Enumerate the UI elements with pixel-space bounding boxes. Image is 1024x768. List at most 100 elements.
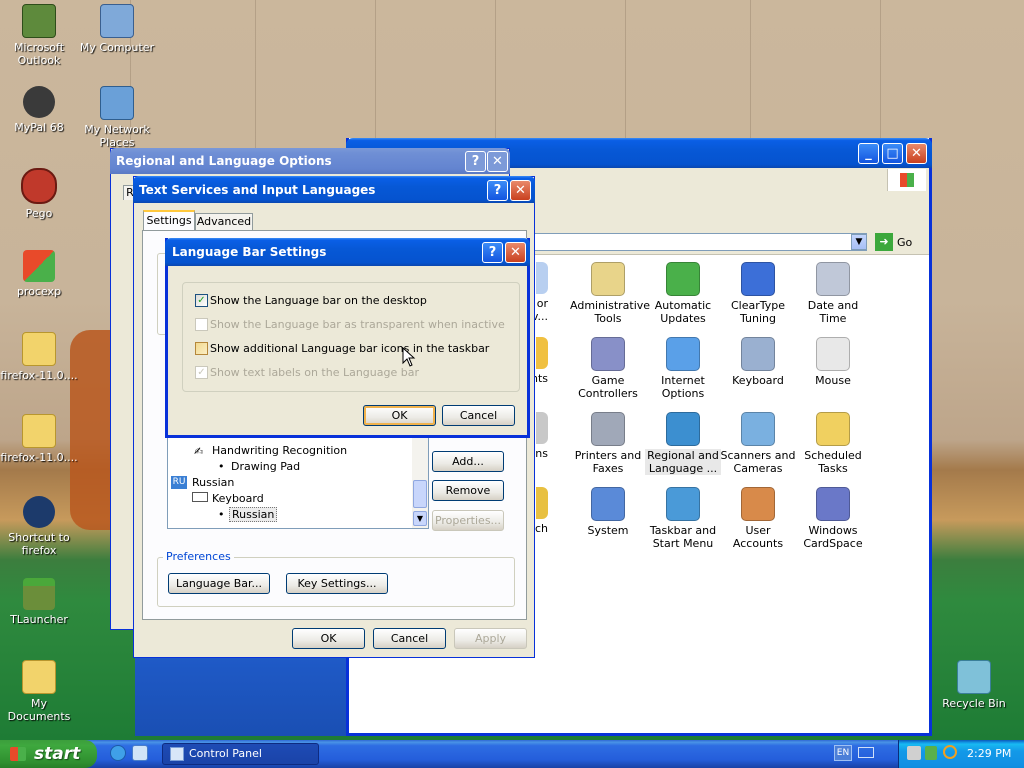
desktop-icon-label: Microsoft Outlook (13, 41, 65, 67)
network-tray-icon[interactable] (907, 746, 921, 760)
chevron-down-icon[interactable]: ▼ (413, 511, 427, 526)
regional-options-titlebar[interactable]: Regional and Language Options ? ✕ (110, 148, 510, 174)
language-bar-button[interactable]: Language Bar... (168, 573, 270, 594)
key-settings-button[interactable]: Key Settings... (286, 573, 388, 594)
keyboard-icon[interactable] (858, 747, 874, 758)
windows-icon (23, 250, 55, 282)
additional-icons-label[interactable]: Show additional Language bar icons in th… (210, 342, 489, 355)
control-panel-item[interactable]: Regional and Language ... (645, 412, 721, 475)
desktop-icon-network[interactable]: My Network Places (78, 86, 156, 149)
language-bar-settings-titlebar[interactable]: Language Bar Settings ? ✕ (165, 238, 530, 266)
control-panel-item[interactable]: Taskbar and Start Menu (645, 487, 721, 550)
desktop-icon-recycle-bin[interactable]: Recycle Bin (935, 660, 1013, 710)
apply-button[interactable]: Apply (454, 628, 527, 649)
search-icon[interactable] (943, 745, 957, 759)
text-services-titlebar[interactable]: Text Services and Input Languages ? ✕ (133, 176, 535, 203)
additional-icons-checkbox[interactable] (195, 342, 208, 355)
tree-item[interactable]: Keyboard (212, 492, 264, 505)
ok-button[interactable]: OK (363, 405, 436, 426)
recycle-bin-icon (957, 660, 991, 694)
desktop-icon-firefox-zip[interactable]: firefox-11.0.... (0, 332, 78, 382)
desktop-icon-my-computer[interactable]: My Computer (78, 4, 156, 54)
control-panel-item-label: Internet Options (661, 374, 705, 400)
scroll-thumb[interactable] (413, 480, 427, 508)
control-panel-item-label: Game Controllers (578, 374, 638, 400)
go-button[interactable]: Go (897, 236, 912, 249)
show-language-bar-checkbox[interactable]: ✓ (195, 294, 208, 307)
control-panel-item[interactable]: Game Controllers (570, 337, 646, 400)
desktop-icon-label: Shortcut to firefox (8, 531, 70, 557)
desktop-icon-label: firefox-11.0.... (0, 451, 78, 464)
control-panel-item[interactable]: Scanners and Cameras (720, 412, 796, 475)
ok-button[interactable]: OK (292, 628, 365, 649)
taskbar-item-control-panel[interactable]: Control Panel (162, 743, 319, 765)
control-panel-item[interactable]: Mouse (795, 337, 871, 387)
cancel-button[interactable]: Cancel (442, 405, 515, 426)
tree-item[interactable]: Drawing Pad (231, 460, 300, 473)
desktop-icon-pego[interactable]: Pego (0, 168, 78, 220)
tree-item-selected[interactable]: Russian (229, 507, 278, 522)
control-panel-item[interactable]: Keyboard (720, 337, 796, 387)
desktop-icon-tlauncher[interactable]: TLauncher (0, 578, 78, 626)
remove-button[interactable]: Remove (432, 480, 504, 501)
cancel-button[interactable]: Cancel (373, 628, 446, 649)
language-indicator[interactable]: EN (834, 745, 852, 761)
control-panel-item[interactable]: Administrative Tools (570, 262, 650, 325)
close-button[interactable]: ✕ (487, 151, 508, 172)
control-panel-item-label: ClearType Tuning (730, 299, 786, 325)
show-desktop-icon[interactable] (132, 745, 148, 761)
help-button[interactable]: ? (465, 151, 486, 172)
help-button[interactable]: ? (487, 180, 508, 201)
pego-icon (21, 168, 57, 204)
bullet-icon: • (218, 508, 225, 521)
desktop-icon-mypal[interactable]: MyPal 68 (0, 86, 78, 134)
minimize-button[interactable]: _ (858, 143, 879, 164)
control-panel-item[interactable]: Printers and Faxes (570, 412, 646, 475)
text-labels-label[interactable]: Show text labels on the Language bar (210, 366, 419, 379)
close-button[interactable]: ✕ (906, 143, 927, 164)
tab-settings[interactable]: Settings (143, 210, 195, 232)
start-button[interactable]: start (0, 740, 97, 768)
control-panel-item[interactable]: Scheduled Tasks (795, 412, 871, 475)
control-panel-item[interactable]: Internet Options (645, 337, 721, 400)
control-panel-item-label: Automatic Updates (654, 299, 712, 325)
chevron-down-icon[interactable]: ▼ (851, 234, 867, 250)
show-language-bar-label[interactable]: Show the Language bar on the desktop (210, 294, 427, 307)
go-arrow-icon[interactable]: ➜ (875, 233, 893, 251)
admin-tools-icon (591, 262, 625, 296)
transparent-checkbox[interactable] (195, 318, 208, 331)
maximize-button[interactable]: □ (882, 143, 903, 164)
gamepad-icon (591, 337, 625, 371)
close-button[interactable]: ✕ (510, 180, 531, 201)
safely-remove-icon[interactable] (925, 746, 937, 760)
control-panel-item[interactable]: User Accounts (720, 487, 796, 550)
desktop-icon-firefox-shortcut[interactable]: Shortcut to firefox (0, 496, 78, 557)
control-panel-item-label: Mouse (815, 374, 851, 387)
transparent-label[interactable]: Show the Language bar as transparent whe… (210, 318, 505, 331)
control-panel-item[interactable]: Windows CardSpace (795, 487, 871, 550)
users-icon (741, 487, 775, 521)
desktop-icon-label: MyPal 68 (14, 121, 64, 134)
control-panel-item[interactable]: System (570, 487, 646, 537)
internet-explorer-icon[interactable] (110, 745, 126, 761)
desktop-icon-my-documents[interactable]: My Documents (0, 660, 78, 723)
clock[interactable]: 2:29 PM (967, 747, 1011, 760)
control-panel-item-label: Scheduled Tasks (804, 449, 862, 475)
help-button[interactable]: ? (482, 242, 503, 263)
desktop-icon-label: procexp (16, 285, 62, 298)
tab-advanced[interactable]: Advanced (195, 213, 253, 231)
control-panel-item[interactable]: ClearType Tuning (720, 262, 796, 325)
add-button[interactable]: Add... (432, 451, 504, 472)
control-panel-item[interactable]: Automatic Updates (645, 262, 721, 325)
text-labels-checkbox[interactable]: ✓ (195, 366, 208, 379)
control-panel-item[interactable]: Date and Time (795, 262, 871, 325)
desktop-icon-procexp[interactable]: procexp (0, 250, 78, 298)
tree-item[interactable]: Handwriting Recognition (212, 444, 347, 457)
properties-button[interactable]: Properties... (432, 510, 504, 531)
control-panel-item-label: Scanners and Cameras (720, 449, 796, 475)
regional-options-title: Regional and Language Options (116, 154, 332, 168)
close-button[interactable]: ✕ (505, 242, 526, 263)
desktop-icon-outlook[interactable]: Microsoft Outlook (0, 4, 78, 67)
tree-item[interactable]: Russian (192, 476, 234, 489)
desktop-icon-firefox-folder[interactable]: firefox-11.0.... (0, 414, 78, 464)
